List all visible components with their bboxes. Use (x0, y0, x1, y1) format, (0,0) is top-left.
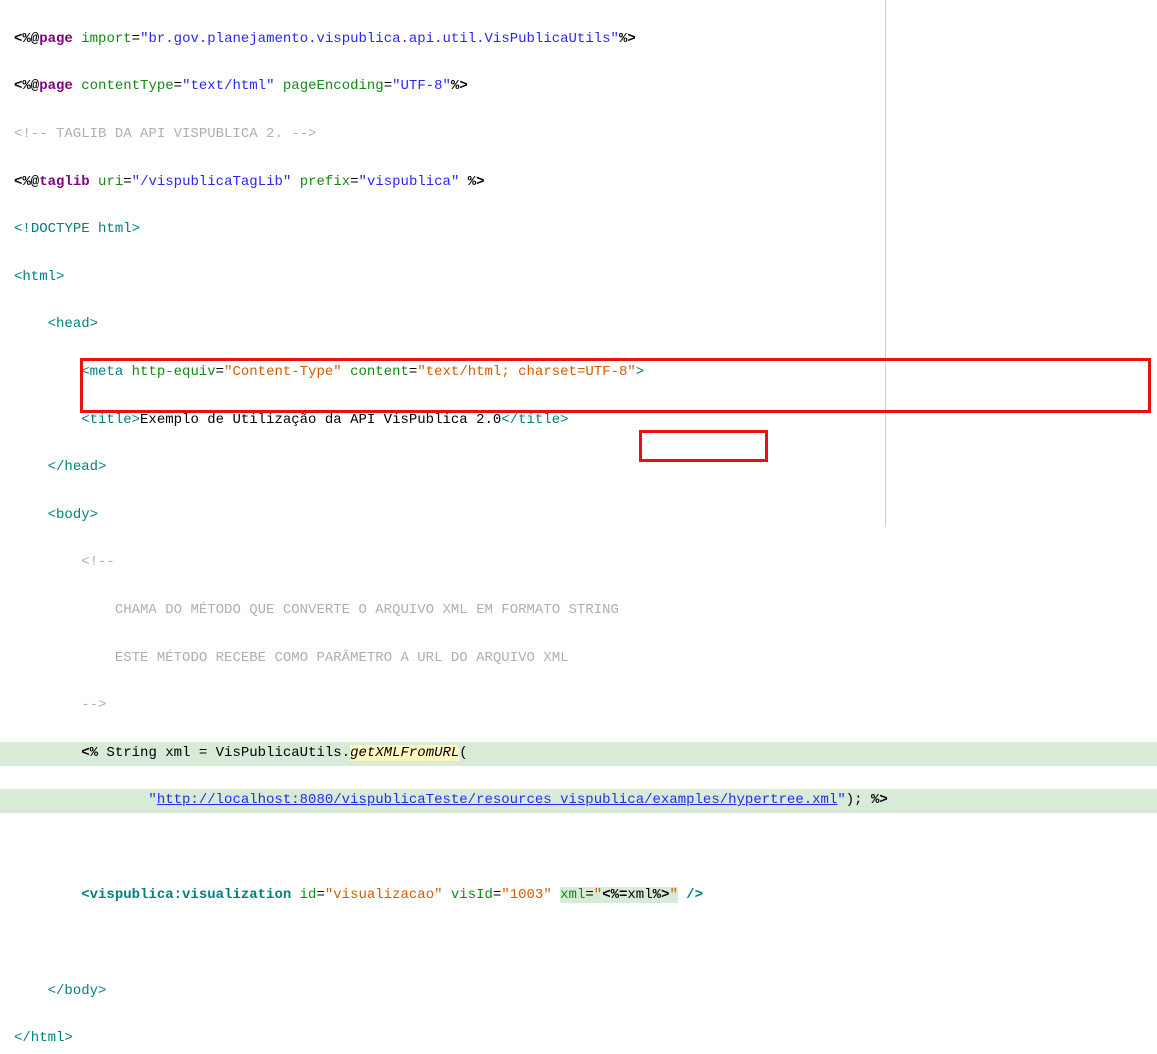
tag-close: > (636, 364, 644, 380)
html-tag: <html> (14, 269, 64, 285)
attr-value: "UTF-8" (392, 78, 451, 94)
attr-value: "visualizacao" (325, 887, 443, 903)
code-line[interactable]: </body> (14, 980, 1157, 1004)
attr-name: http-equiv (132, 364, 216, 380)
body-tag: <body> (48, 507, 98, 523)
code-line[interactable]: <% String xml = VisPublicaUtils.getXMLFr… (14, 742, 1157, 766)
tag-close: /> (678, 887, 703, 903)
comment-open: <!-- (81, 554, 115, 570)
comment-close: --> (81, 697, 106, 713)
code-line[interactable]: <!-- TAGLIB DA API VISPUBLICA 2. --> (14, 123, 1157, 147)
jsp-delim: %> (451, 78, 468, 94)
code-line[interactable]: <vispublica:visualization id="visualizac… (14, 884, 1157, 908)
code-line[interactable]: ESTE MÉTODO RECEBE COMO PARÂMETRO A URL … (14, 647, 1157, 671)
jsp-delim: <%@ (14, 174, 39, 190)
expr-close: %> (653, 887, 670, 903)
title-text: Exemplo de Utilização da API VisPublica … (140, 412, 501, 428)
attr-value: "1003" (501, 887, 551, 903)
method-call: getXMLFromURL (350, 745, 459, 761)
code-line[interactable]: "http://localhost:8080/vispublicaTeste/r… (14, 789, 1157, 813)
attr-name: content (350, 364, 409, 380)
code-line[interactable] (14, 932, 1157, 956)
scriptlet-close: %> (871, 792, 888, 808)
title-tag-close: </title> (501, 412, 568, 428)
attr-name: visId (451, 887, 493, 903)
jsp-directive: page (39, 31, 73, 47)
attr-name: id (300, 887, 317, 903)
java-code: ); (846, 792, 871, 808)
head-tag: <head> (48, 316, 98, 332)
paren: ( (459, 745, 467, 761)
attr-name: import (81, 31, 131, 47)
quote: " (669, 887, 677, 903)
code-line[interactable]: <%@page import="br.gov.planejamento.visp… (14, 28, 1157, 52)
attr-value: "br.gov.planejamento.vispublica.api.util… (140, 31, 619, 47)
comment: CHAMA DO MÉTODO QUE CONVERTE O ARQUIVO X… (115, 602, 619, 618)
jsp-directive: taglib (39, 174, 89, 190)
code-line[interactable]: <meta http-equiv="Content-Type" content=… (14, 361, 1157, 385)
quote: " (594, 887, 602, 903)
attr-name: uri (98, 174, 123, 190)
code-line[interactable]: <title>Exemplo de Utilização da API VisP… (14, 409, 1157, 433)
attr-value: "/vispublicaTagLib" (132, 174, 292, 190)
tag-close: html> (90, 221, 140, 237)
jsp-delim: <%@ (14, 31, 39, 47)
title-tag: <title> (81, 412, 140, 428)
attr-name: prefix (300, 174, 350, 190)
head-close: </head> (48, 459, 107, 475)
jsp-delim: <%@ (14, 78, 39, 94)
attr-value: "vispublica" (359, 174, 460, 190)
java-code: String xml = VisPublicaUtils. (98, 745, 350, 761)
comment: ESTE MÉTODO RECEBE COMO PARÂMETRO A URL … (115, 650, 569, 666)
attr-name: xml (560, 887, 585, 903)
doctype: DOCTYPE (31, 221, 90, 237)
code-line[interactable]: CHAMA DO MÉTODO QUE CONVERTE O ARQUIVO X… (14, 599, 1157, 623)
code-line[interactable]: <%@taglib uri="/vispublicaTagLib" prefix… (14, 171, 1157, 195)
custom-tag: <vispublica:visualization (81, 887, 299, 903)
attr-value: "Content-Type" (224, 364, 342, 380)
attr-value: "text/html" (182, 78, 274, 94)
meta-tag: <meta (81, 364, 131, 380)
jsp-directive: page (39, 78, 73, 94)
code-line[interactable]: <html> (14, 266, 1157, 290)
expr-var: xml (627, 887, 652, 903)
expr-open: <%= (602, 887, 627, 903)
comment: <!-- TAGLIB DA API VISPUBLICA 2. --> (14, 126, 316, 142)
code-line[interactable] (14, 837, 1157, 861)
code-line[interactable]: <body> (14, 504, 1157, 528)
scriptlet-open: <% (81, 745, 98, 761)
tag-open: <! (14, 221, 31, 237)
url-literal: http://localhost:8080/vispublicaTeste/re… (157, 792, 838, 808)
code-line[interactable]: <!DOCTYPE html> (14, 218, 1157, 242)
quote: " (837, 792, 845, 808)
code-line[interactable]: </html> (14, 1027, 1157, 1051)
attr-name: contentType (81, 78, 173, 94)
jsp-delim: %> (619, 31, 636, 47)
code-line[interactable]: <head> (14, 313, 1157, 337)
jsp-delim: %> (468, 174, 485, 190)
body-close: </body> (48, 983, 107, 999)
code-line[interactable]: <%@page contentType="text/html" pageEnco… (14, 75, 1157, 99)
attr-name: pageEncoding (283, 78, 384, 94)
html-close: </html> (14, 1030, 73, 1046)
attr-value: "text/html; charset=UTF-8" (417, 364, 635, 380)
code-editor[interactable]: <%@page import="br.gov.planejamento.visp… (0, 0, 1157, 1054)
code-line[interactable]: --> (14, 694, 1157, 718)
code-line[interactable]: </head> (14, 456, 1157, 480)
code-line[interactable]: <!-- (14, 551, 1157, 575)
quote: " (148, 792, 156, 808)
